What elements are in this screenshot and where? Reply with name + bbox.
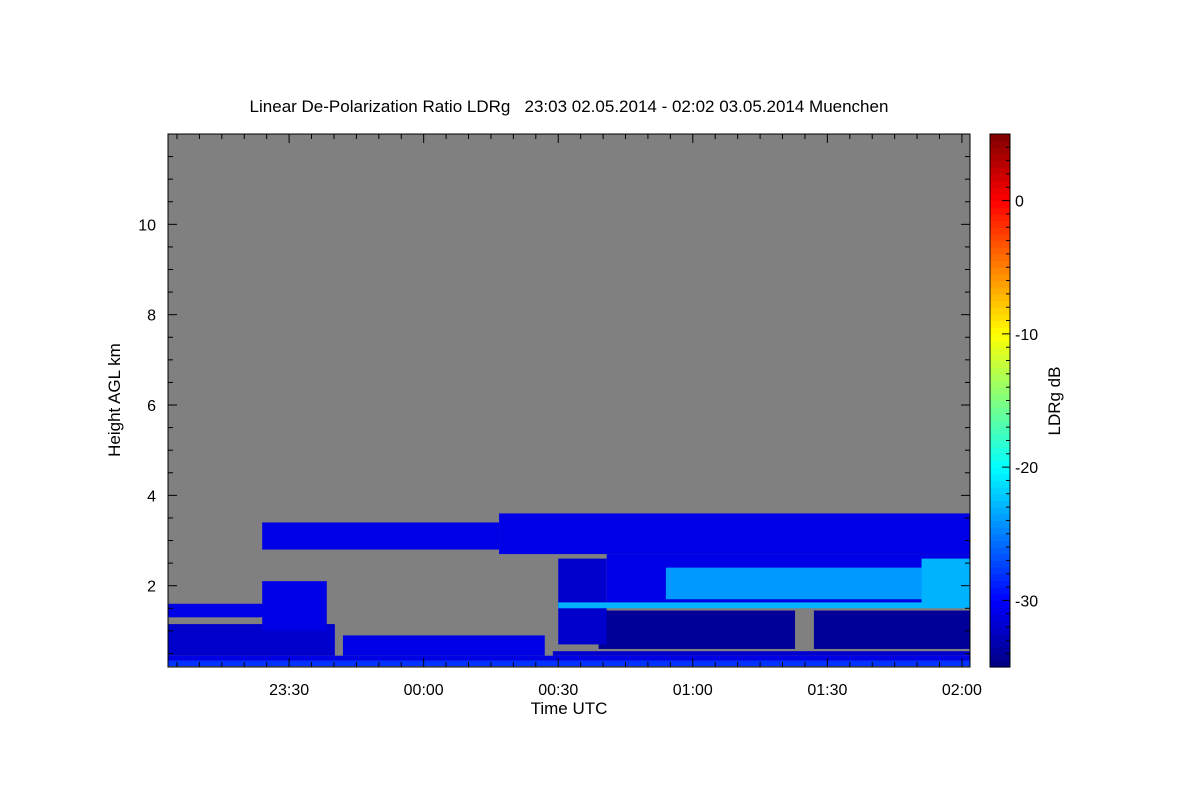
- colorbar-step: [990, 613, 1010, 621]
- colorbar-step: [990, 373, 1010, 382]
- colorbar-step: [990, 200, 1010, 208]
- colorbar-step: [990, 347, 1010, 355]
- colorbar: 0 -10 -20 -30: [989, 133, 1038, 668]
- colorbar-step: [990, 160, 1010, 168]
- colorbar-step: [990, 467, 1010, 475]
- colorbar-step: [990, 560, 1010, 568]
- ldr-region: [168, 603, 276, 618]
- colorbar-step: [990, 547, 1010, 555]
- x-tick-label: 01:30: [807, 682, 847, 699]
- colorbar-step: [990, 293, 1010, 302]
- colorbar-step: [990, 453, 1010, 462]
- colorbar-step: [990, 533, 1010, 542]
- colorbar-step: [990, 267, 1010, 275]
- colorbar-step: [990, 600, 1010, 608]
- colorbar-step: [990, 227, 1010, 235]
- ldr-region: [665, 567, 936, 600]
- ldr-region: [499, 513, 970, 555]
- ldr-region: [168, 655, 970, 661]
- colorbar-tick-label: -20: [1015, 460, 1038, 477]
- colorbar-step: [990, 280, 1010, 288]
- colorbar-step: [990, 440, 1010, 448]
- colorbar-tick-label: 0: [1015, 194, 1024, 211]
- colorbar-step: [990, 333, 1010, 342]
- ldr-region: [262, 522, 500, 550]
- y-tick-label: 6: [147, 398, 156, 415]
- colorbar-step: [990, 134, 1010, 142]
- ldr-region: [552, 651, 970, 656]
- ldr-region: [813, 610, 970, 649]
- colorbar-step: [990, 573, 1010, 581]
- colorbar-step: [990, 307, 1010, 315]
- y-axis-title: Height AGL km: [105, 343, 124, 457]
- colorbar-step: [990, 507, 1010, 515]
- y-tick-label: 8: [147, 308, 156, 325]
- colorbar-step: [990, 213, 1010, 222]
- ldr-region: [558, 558, 607, 645]
- y-tick-label: 2: [147, 579, 156, 596]
- x-tick-label: 01:00: [673, 682, 713, 699]
- colorbar-step: [990, 360, 1010, 368]
- ldr-region: [921, 558, 970, 604]
- colorbar-step: [990, 253, 1010, 262]
- colorbar-step: [990, 480, 1010, 488]
- ldr-region: [558, 602, 970, 609]
- x-axis-title: Time UTC: [531, 699, 608, 718]
- x-tick-label: 00:30: [538, 682, 578, 699]
- x-tick-label: 02:00: [942, 682, 982, 699]
- colorbar-title: LDRg dB: [1045, 367, 1064, 436]
- colorbar-step: [990, 400, 1010, 408]
- colorbar-tick-label: -10: [1015, 327, 1038, 344]
- colorbar-step: [990, 147, 1010, 155]
- colorbar-step: [990, 427, 1010, 435]
- ldr-region: [342, 635, 545, 656]
- colorbar-step: [990, 493, 1010, 502]
- colorbar-step: [990, 413, 1010, 422]
- colorbar-tick-label: -30: [1015, 593, 1038, 610]
- x-tick-label: 23:30: [269, 682, 309, 699]
- y-tick-label: 4: [147, 488, 156, 505]
- plot-area: [167, 133, 971, 668]
- colorbar-step: [990, 520, 1010, 528]
- colorbar-step: [990, 587, 1010, 595]
- colorbar-step: [990, 320, 1010, 328]
- colorbar-step: [990, 640, 1010, 648]
- ldr-region: [598, 610, 796, 649]
- colorbar-step: [990, 653, 1010, 661]
- colorbar-step: [990, 387, 1010, 395]
- ldr-chart: 23:30 00:00 00:30 01:00 01:30 02:00 2 4 6 8 10 0 -…: [105, 133, 1064, 718]
- x-tick-label: 00:00: [404, 682, 444, 699]
- colorbar-step: [990, 187, 1010, 195]
- y-tick-label: 10: [138, 217, 156, 234]
- colorbar-step: [990, 240, 1010, 248]
- colorbar-step: [990, 627, 1010, 635]
- colorbar-step: [990, 173, 1010, 182]
- ldr-regions: [168, 513, 970, 667]
